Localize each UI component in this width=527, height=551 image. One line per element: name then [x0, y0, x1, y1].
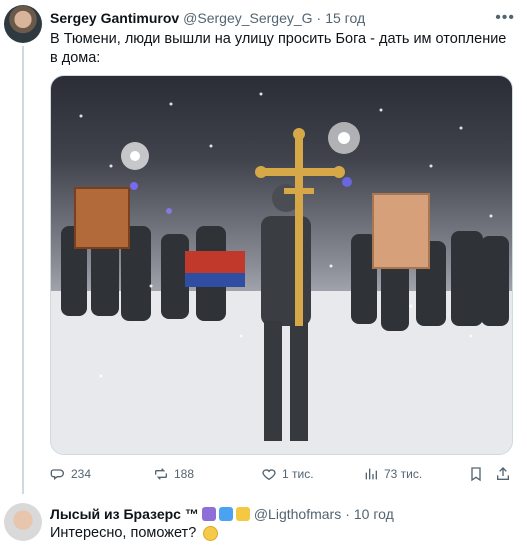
bookmark-icon [471, 467, 481, 482]
yellow-square-icon [235, 507, 250, 521]
author-avatar[interactable] [4, 5, 42, 43]
reply-header: Лысый из Бразерс ™ @Ligthofmars · 10 год [50, 505, 394, 523]
retweet-action[interactable]: 188 [153, 465, 194, 483]
bookmark-action[interactable] [468, 465, 484, 483]
frowning-face-icon [203, 525, 219, 541]
tweet-actions: 234 188 1 тис. 73 тис. [50, 465, 515, 483]
photo-scene [51, 92, 512, 454]
reply-text-content: Интересно, поможет? [50, 525, 197, 541]
reply-author-avatar[interactable] [4, 503, 42, 541]
author-handle[interactable]: @Sergey_Sergey_G [183, 10, 312, 26]
heart-icon [262, 469, 276, 481]
reply-author-handle[interactable]: @Ligthofmars [254, 506, 341, 522]
reply-count: 234 [71, 467, 92, 481]
thread-line [22, 46, 24, 494]
reply-author-name[interactable]: Лысый из Бразерс ™ [50, 506, 199, 522]
tweet-photo[interactable] [50, 75, 513, 455]
reply-text: Интересно, поможет? [50, 525, 219, 541]
reply-separator-dot: · [345, 506, 350, 522]
tweet[interactable]: Sergey Gantimurov @Sergey_Sergey_G · 15 … [0, 0, 527, 494]
more-icon[interactable]: ••• [495, 9, 515, 27]
author-name[interactable]: Sergey Gantimurov [50, 10, 179, 26]
share-icon [497, 467, 509, 480]
reply-icon [50, 469, 64, 480]
views-count: 73 тис. [384, 467, 423, 481]
like-action[interactable]: 1 тис. [261, 465, 314, 483]
tweet-text: В Тюмени, люди вышли на улицу просить Бо… [50, 31, 507, 66]
tweet-time[interactable]: 15 год [325, 10, 365, 26]
share-action[interactable] [495, 465, 511, 483]
views-action[interactable]: 73 тис. [363, 465, 422, 483]
blue-square-icon [218, 507, 233, 521]
like-count: 1 тис. [282, 467, 314, 481]
separator-dot: · [316, 10, 322, 26]
retweet-icon [155, 468, 167, 480]
reply-action[interactable]: 234 [50, 465, 91, 483]
star-of-david-icon [201, 507, 216, 521]
retweet-count: 188 [174, 467, 195, 481]
tweet-header: Sergey Gantimurov @Sergey_Sergey_G · 15 … [50, 9, 365, 27]
reply-time[interactable]: 10 год [354, 506, 394, 522]
views-icon [365, 468, 377, 480]
